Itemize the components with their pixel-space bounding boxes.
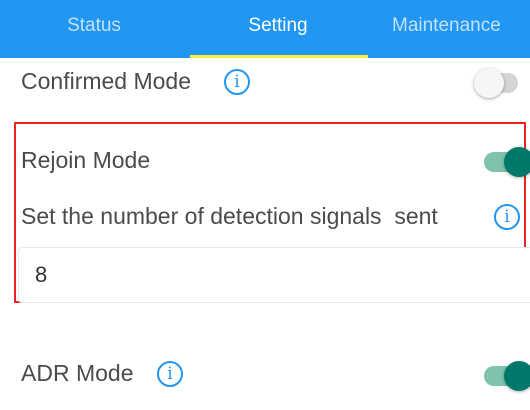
confirmed-mode-toggle[interactable] — [474, 68, 518, 98]
rejoin-mode-toggle[interactable] — [484, 147, 530, 177]
info-icon[interactable]: i — [494, 204, 520, 230]
tab-status[interactable]: Status — [14, 0, 174, 58]
detection-signals-label: Set the number of detection signals sent — [21, 203, 438, 229]
rejoin-mode-label: Rejoin Mode — [21, 147, 151, 173]
adr-mode-label: ADR Mode — [21, 360, 134, 386]
active-tab-indicator — [190, 55, 368, 58]
tab-maintenance[interactable]: Maintenance — [392, 0, 530, 58]
toggle-knob — [504, 147, 530, 177]
toggle-knob — [504, 361, 530, 391]
tab-bar: Status Setting Maintenance — [0, 0, 530, 58]
confirmed-mode-label: Confirmed Mode — [21, 68, 192, 94]
adr-mode-toggle[interactable] — [484, 361, 530, 391]
toggle-knob — [474, 68, 504, 98]
info-icon[interactable]: i — [224, 69, 250, 95]
tab-setting[interactable]: Setting — [190, 0, 366, 58]
info-icon[interactable]: i — [157, 361, 183, 387]
detection-signals-input[interactable] — [18, 247, 530, 303]
